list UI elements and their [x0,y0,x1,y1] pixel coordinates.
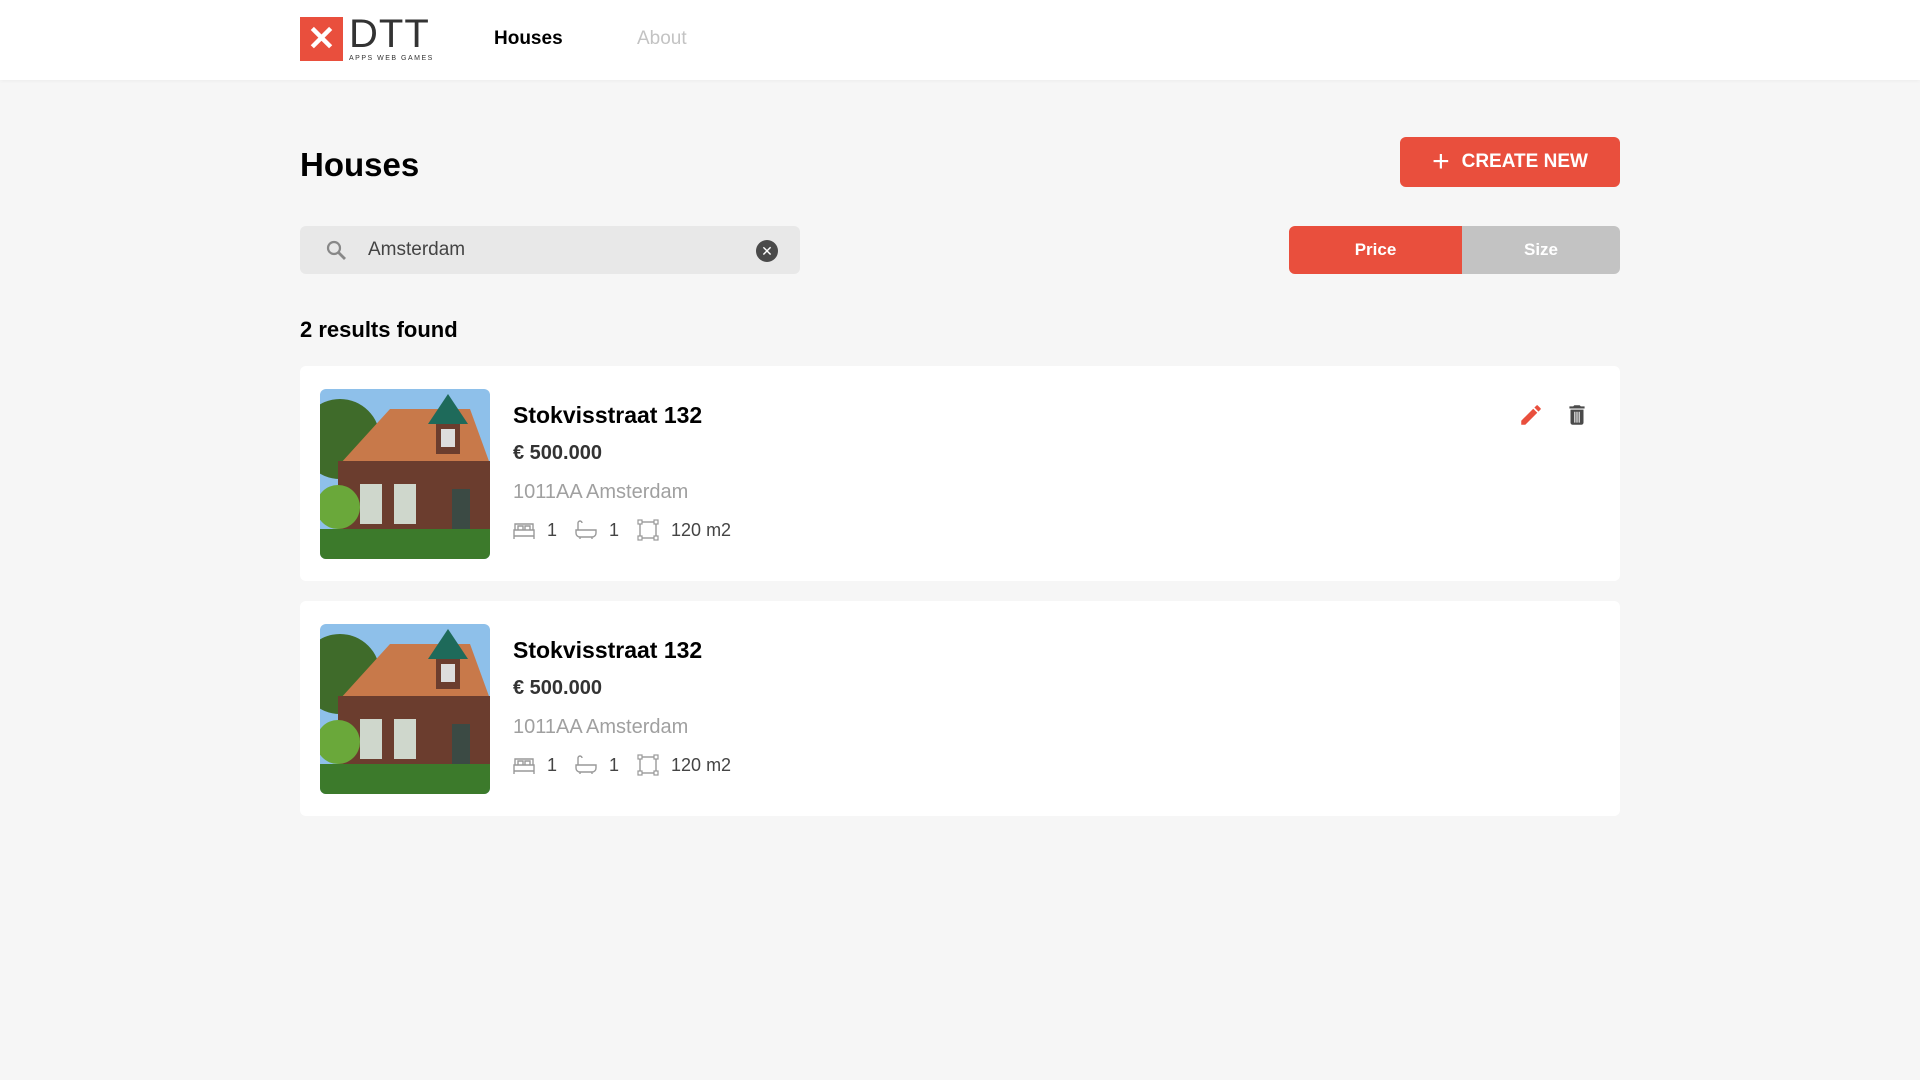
results-count: 2 results found [300,317,458,342]
house-card[interactable]: Stokvisstraat 132 € 500.000 1011AA Amste… [300,601,1620,816]
search-input[interactable] [368,239,738,261]
sort-size-button[interactable]: Size [1462,226,1620,274]
top-nav-bar: ✕ DTT APPS WEB GAMES Houses About [0,0,1920,80]
nav-houses[interactable]: Houses [494,28,563,50]
nav-about[interactable]: About [637,28,687,50]
logo-x-icon: ✕ [300,17,343,61]
clear-search-icon[interactable]: ✕ [756,240,778,262]
bathrooms-count: 1 [609,519,620,540]
house-address: 1011AA Amsterdam [513,481,689,503]
search-bar: ✕ [300,226,800,274]
size-icon [637,519,659,541]
sort-toggle: Price Size [1289,226,1620,274]
bed-icon [513,523,535,539]
logo-subtitle: APPS WEB GAMES [349,55,434,62]
sort-price-button[interactable]: Price [1289,226,1462,274]
house-street: Stokvisstraat 132 [513,637,703,663]
bed-icon [513,758,535,774]
bedrooms-count: 1 [547,754,558,775]
dtt-logo[interactable]: ✕ DTT APPS WEB GAMES [300,12,434,62]
plus-icon: + [1432,145,1450,178]
create-new-label: CREATE NEW [1461,151,1588,172]
search-icon [326,240,346,260]
delete-icon[interactable] [1564,402,1590,428]
house-price: € 500.000 [513,677,602,699]
bath-icon [575,520,597,539]
house-card[interactable]: Stokvisstraat 132 € 500.000 1011AA Amste… [300,366,1620,581]
bathrooms-count: 1 [609,754,620,775]
house-image [320,624,490,794]
house-features: 1 1 120 m2 [513,519,731,541]
bedrooms-count: 1 [547,519,558,540]
house-address: 1011AA Amsterdam [513,716,689,738]
house-price: € 500.000 [513,442,602,464]
logo-text: DTT [349,12,430,56]
edit-icon[interactable] [1518,402,1544,428]
page-title: Houses [300,146,420,183]
bath-icon [575,755,597,774]
house-features: 1 1 120 m2 [513,754,731,776]
house-size: 120 m2 [671,754,732,775]
house-street: Stokvisstraat 132 [513,402,703,428]
house-image [320,389,490,559]
house-size: 120 m2 [671,519,732,540]
create-new-button[interactable]: + CREATE NEW [1400,137,1620,187]
size-icon [637,754,659,776]
